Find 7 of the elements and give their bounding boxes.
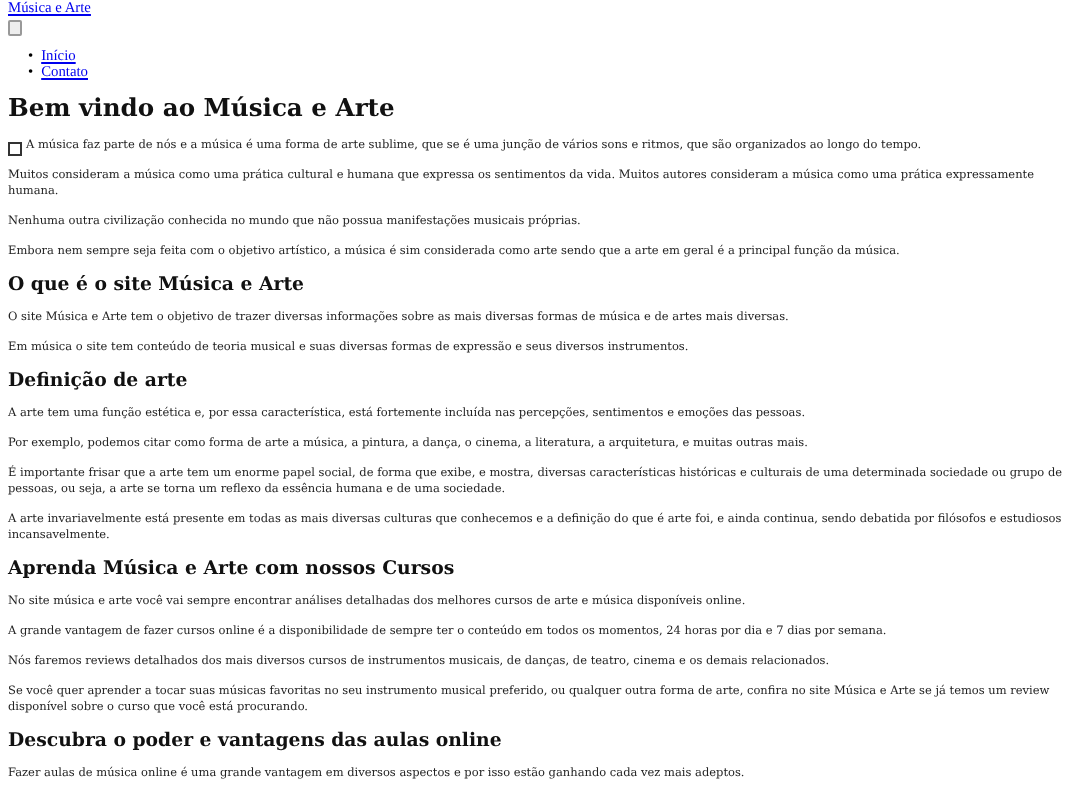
menu-toggle-button[interactable] [8, 20, 22, 36]
page-heading: Bem vindo ao Música e Arte [8, 92, 397, 122]
section-heading: O que é o site Música e Arte [8, 274, 306, 298]
image-placeholder-icon [8, 141, 22, 155]
section-heading: Descubra o poder e vantagens das aulas online [8, 730, 504, 754]
section-heading: Definição de arte [8, 370, 190, 394]
section-heading: Aprenda Música e Arte com nossos Cursos [8, 558, 457, 582]
